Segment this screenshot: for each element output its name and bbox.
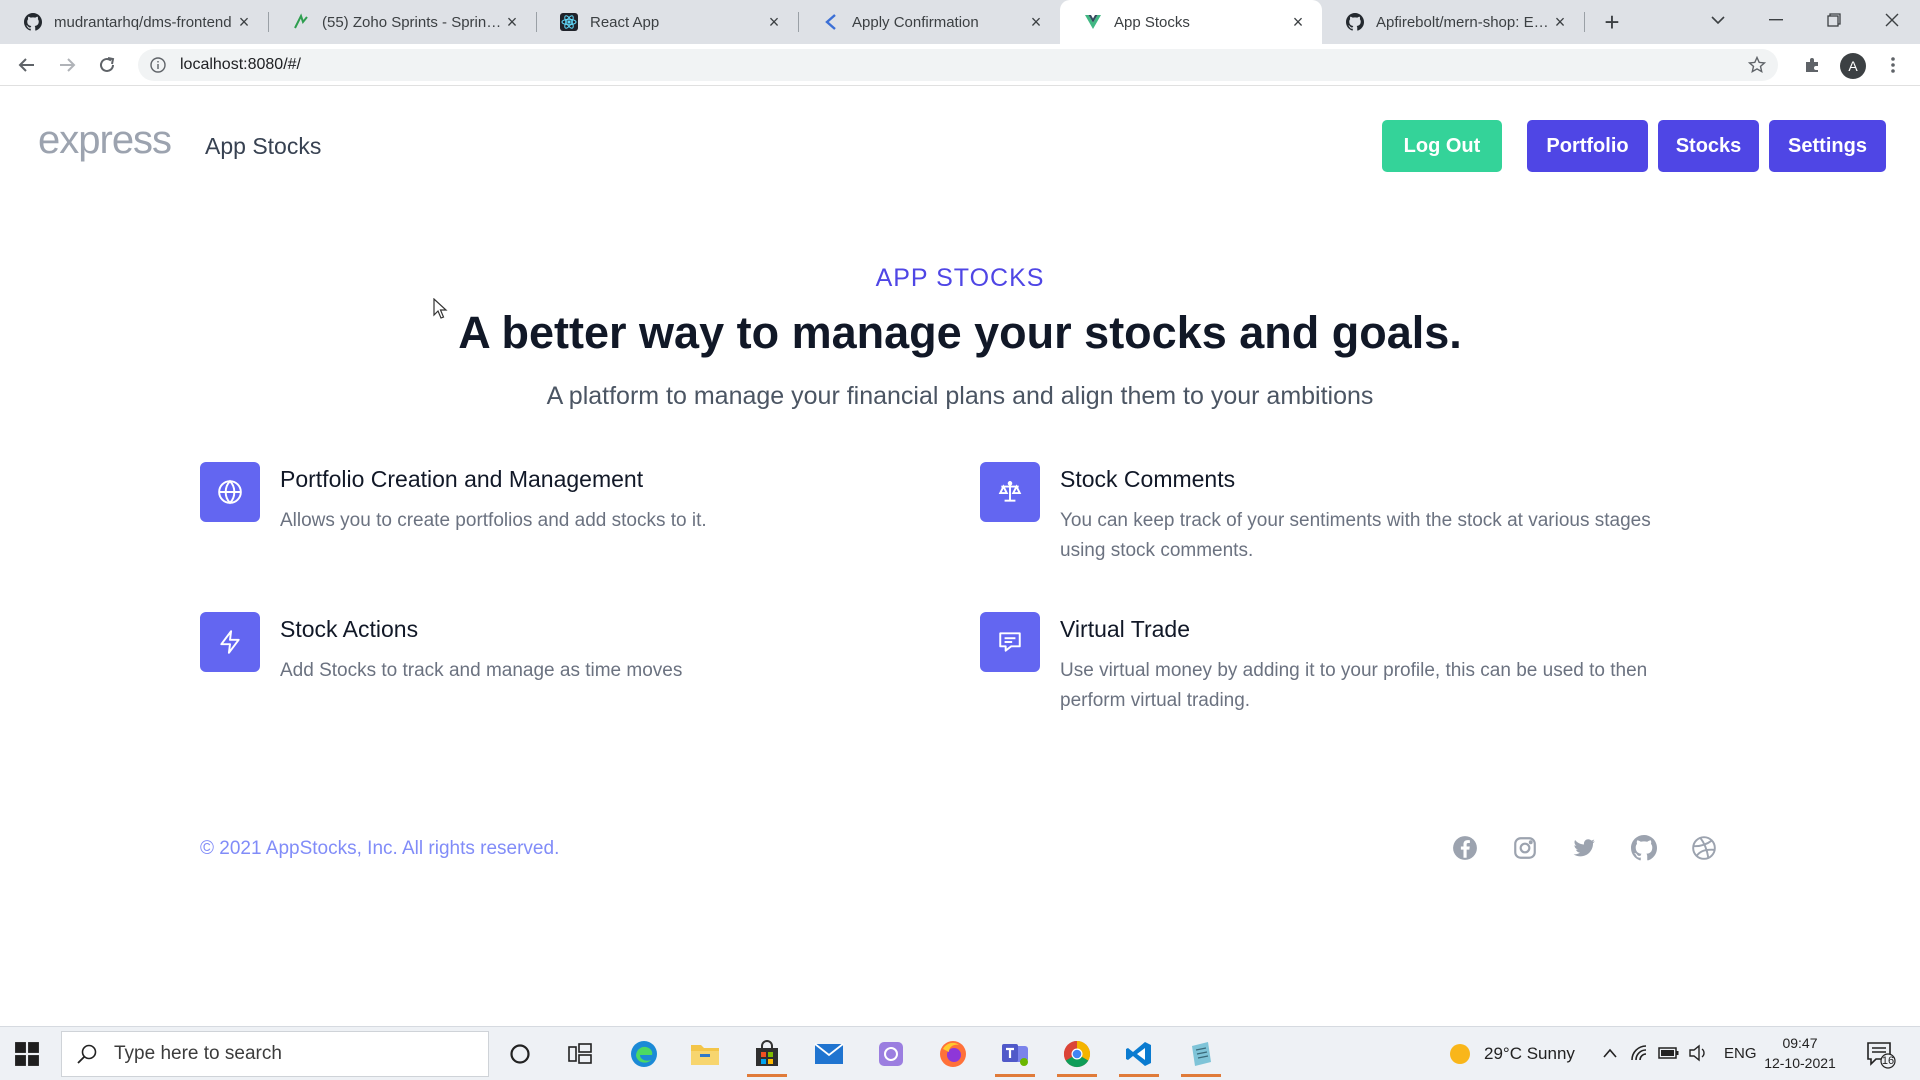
mouse-cursor-icon xyxy=(433,298,448,319)
browser-tab-active[interactable]: App Stocks × xyxy=(1060,0,1322,44)
facebook-icon[interactable] xyxy=(1451,834,1479,862)
lightning-icon xyxy=(200,612,260,672)
url-text: localhost:8080/#/ xyxy=(180,56,301,73)
info-icon[interactable] xyxy=(150,57,166,73)
portfolio-button[interactable]: Portfolio xyxy=(1527,120,1648,172)
tab-title: Apfirebolt/mern-shop: Ecom xyxy=(1376,13,1550,31)
clock-date: 12-10-2021 xyxy=(1764,1055,1836,1071)
github-icon xyxy=(24,13,42,31)
taskbar-search-placeholder: Type here to search xyxy=(114,1043,282,1064)
browser-tab[interactable]: React App × xyxy=(536,0,798,44)
bookmark-star-icon[interactable] xyxy=(1748,56,1766,74)
back-button[interactable] xyxy=(10,48,44,82)
firefox-icon[interactable] xyxy=(929,1033,977,1075)
tab-title: Apply Confirmation xyxy=(852,13,979,31)
windows-taskbar: Type here to search 29°C Sunny ENG 09:47… xyxy=(0,1026,1920,1080)
tab-title: mudrantarhq/dms-frontend xyxy=(54,13,232,31)
weather-text[interactable]: 29°C Sunny xyxy=(1484,1044,1575,1064)
address-bar[interactable]: localhost:8080/#/ xyxy=(138,49,1778,81)
hero-headline: A better way to manage your stocks and g… xyxy=(458,307,1462,358)
tab-title: App Stocks xyxy=(1114,13,1190,31)
feature-title: Virtual Trade xyxy=(1060,616,1190,642)
browser-tab[interactable]: Apply Confirmation × xyxy=(798,0,1060,44)
hero-subheadline: A platform to manage your financial plan… xyxy=(546,382,1374,410)
close-icon[interactable]: × xyxy=(502,12,522,32)
react-icon xyxy=(560,13,578,31)
close-icon[interactable]: × xyxy=(1550,12,1570,32)
browser-tab[interactable]: Apfirebolt/mern-shop: Ecom × xyxy=(1322,0,1584,44)
zoho-icon xyxy=(292,13,310,31)
browser-tab-strip: mudrantarhq/dms-frontend × (55) Zoho Spr… xyxy=(0,0,1920,44)
feature-title: Stock Comments xyxy=(1060,466,1236,492)
reload-button[interactable] xyxy=(90,48,124,82)
feature-title: Portfolio Creation and Management xyxy=(280,466,644,492)
feature-description: Use virtual money by adding it to your p… xyxy=(1060,660,1648,711)
notification-count: 16 xyxy=(1881,1055,1895,1067)
notepad-icon[interactable] xyxy=(1177,1033,1225,1077)
photos-icon[interactable] xyxy=(867,1033,915,1075)
chat-icon xyxy=(980,612,1040,672)
extensions-icon[interactable] xyxy=(1795,48,1829,82)
stocks-button[interactable]: Stocks xyxy=(1658,120,1759,172)
feature-description: You can keep track of your sentiments wi… xyxy=(1060,510,1651,561)
brand-logo[interactable]: express xyxy=(38,118,172,163)
microsoft-store-icon[interactable] xyxy=(743,1033,791,1077)
profile-avatar[interactable]: A xyxy=(1840,53,1866,79)
taskbar-search-box[interactable]: Type here to search xyxy=(61,1031,489,1077)
app-name[interactable]: App Stocks xyxy=(205,133,321,160)
clock[interactable]: 09:47 12-10-2021 xyxy=(1755,1033,1845,1073)
instagram-icon[interactable] xyxy=(1511,834,1539,862)
weather-sun-icon[interactable] xyxy=(1448,1042,1472,1066)
settings-button[interactable]: Settings xyxy=(1769,120,1886,172)
hero-eyebrow: APP STOCKS xyxy=(875,264,1045,292)
cortana-icon[interactable] xyxy=(496,1033,544,1075)
browser-tab[interactable]: mudrantarhq/dms-frontend × xyxy=(0,0,268,44)
windows-start-icon[interactable] xyxy=(14,1041,40,1067)
feature-title: Stock Actions xyxy=(280,616,419,642)
vscode-icon[interactable] xyxy=(1115,1033,1163,1077)
teams-icon[interactable] xyxy=(991,1033,1039,1077)
forward-button[interactable] xyxy=(50,48,84,82)
browser-tab[interactable]: (55) Zoho Sprints - Sprint B × xyxy=(268,0,536,44)
mail-icon[interactable] xyxy=(805,1033,853,1075)
edge-icon[interactable] xyxy=(620,1033,668,1075)
kotlin-icon xyxy=(822,13,840,31)
task-view-icon[interactable] xyxy=(556,1033,604,1075)
github-icon xyxy=(1346,13,1364,31)
volume-icon[interactable] xyxy=(1688,1044,1708,1062)
language-indicator[interactable]: ENG xyxy=(1724,1045,1757,1062)
feature-description: Add Stocks to track and manage as time m… xyxy=(280,660,683,681)
battery-icon[interactable] xyxy=(1658,1045,1680,1061)
network-icon[interactable] xyxy=(1630,1044,1648,1062)
tab-title: (55) Zoho Sprints - Sprint B xyxy=(322,13,502,31)
close-icon[interactable]: × xyxy=(1288,12,1308,32)
globe-icon xyxy=(200,462,260,522)
copyright-text: © 2021 AppStocks, Inc. All rights reserv… xyxy=(200,838,560,859)
close-icon[interactable]: × xyxy=(764,12,784,32)
logout-button[interactable]: Log Out xyxy=(1382,120,1502,172)
twitter-icon[interactable] xyxy=(1570,834,1598,862)
dribbble-icon[interactable] xyxy=(1690,834,1718,862)
file-explorer-icon[interactable] xyxy=(681,1033,729,1075)
github-icon[interactable] xyxy=(1630,834,1658,862)
minimize-button[interactable] xyxy=(1748,0,1804,40)
close-window-button[interactable] xyxy=(1864,0,1920,40)
feature-description: Allows you to create portfolios and add … xyxy=(280,510,707,531)
chrome-icon[interactable] xyxy=(1053,1033,1101,1077)
close-icon[interactable]: × xyxy=(234,12,254,32)
menu-kebab-icon[interactable] xyxy=(1876,48,1910,82)
tab-divider xyxy=(1584,12,1585,32)
scale-icon xyxy=(980,462,1040,522)
browser-toolbar: localhost:8080/#/ A xyxy=(0,44,1920,86)
tab-search-icon[interactable] xyxy=(1690,0,1746,40)
vue-icon xyxy=(1084,13,1102,31)
new-tab-button[interactable]: + xyxy=(1596,6,1628,38)
clock-time: 09:47 xyxy=(1782,1035,1818,1051)
restore-button[interactable] xyxy=(1806,0,1862,40)
search-icon xyxy=(77,1044,97,1064)
close-icon[interactable]: × xyxy=(1026,12,1046,32)
tab-title: React App xyxy=(590,13,660,31)
tray-chevron-up-icon[interactable] xyxy=(1602,1047,1618,1059)
